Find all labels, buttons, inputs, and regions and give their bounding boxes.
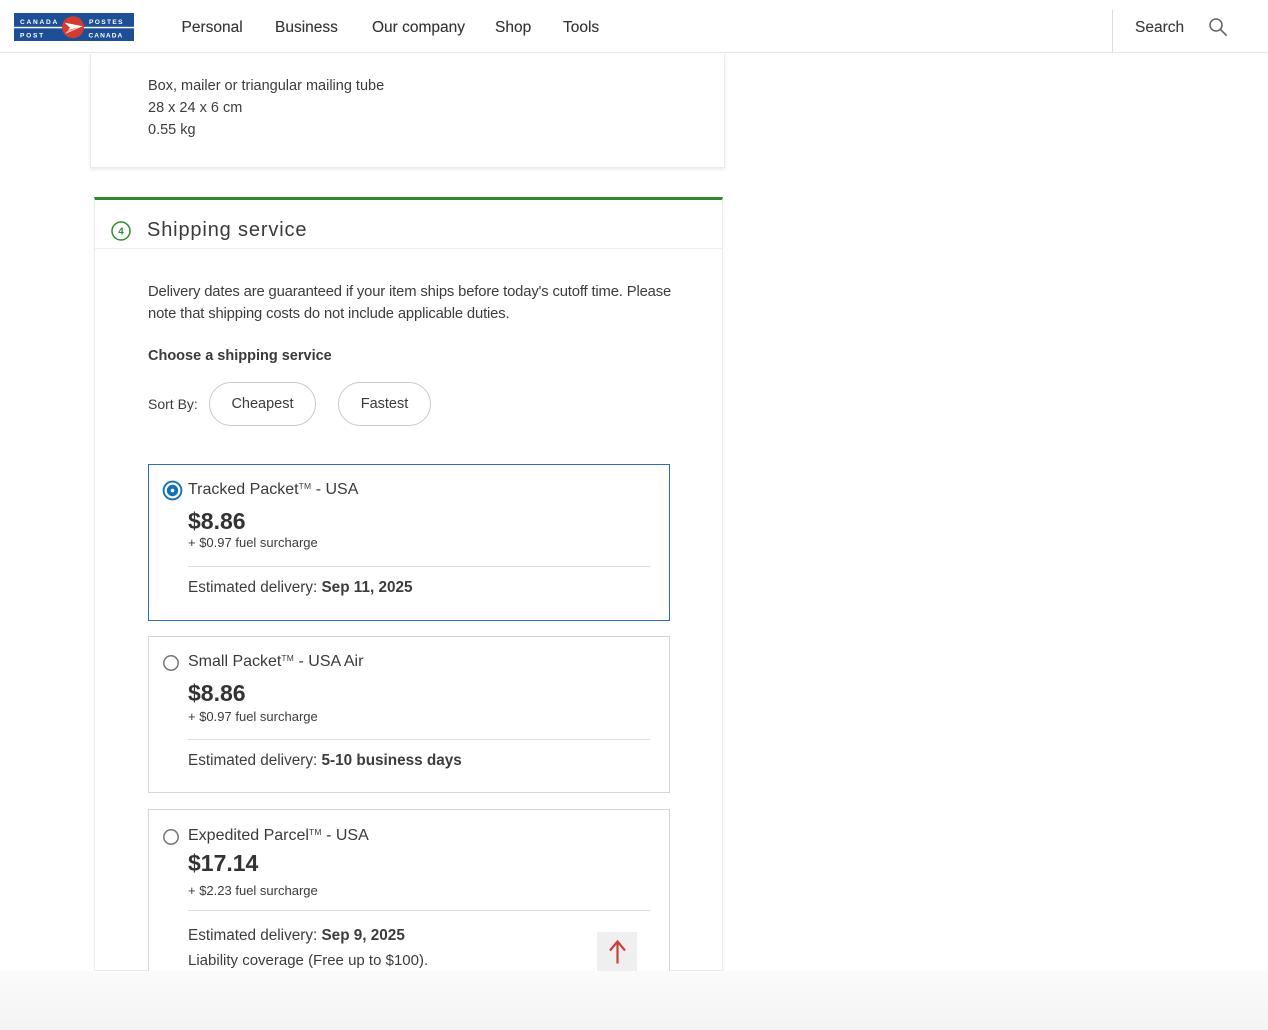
svg-text:4: 4 bbox=[118, 227, 124, 238]
